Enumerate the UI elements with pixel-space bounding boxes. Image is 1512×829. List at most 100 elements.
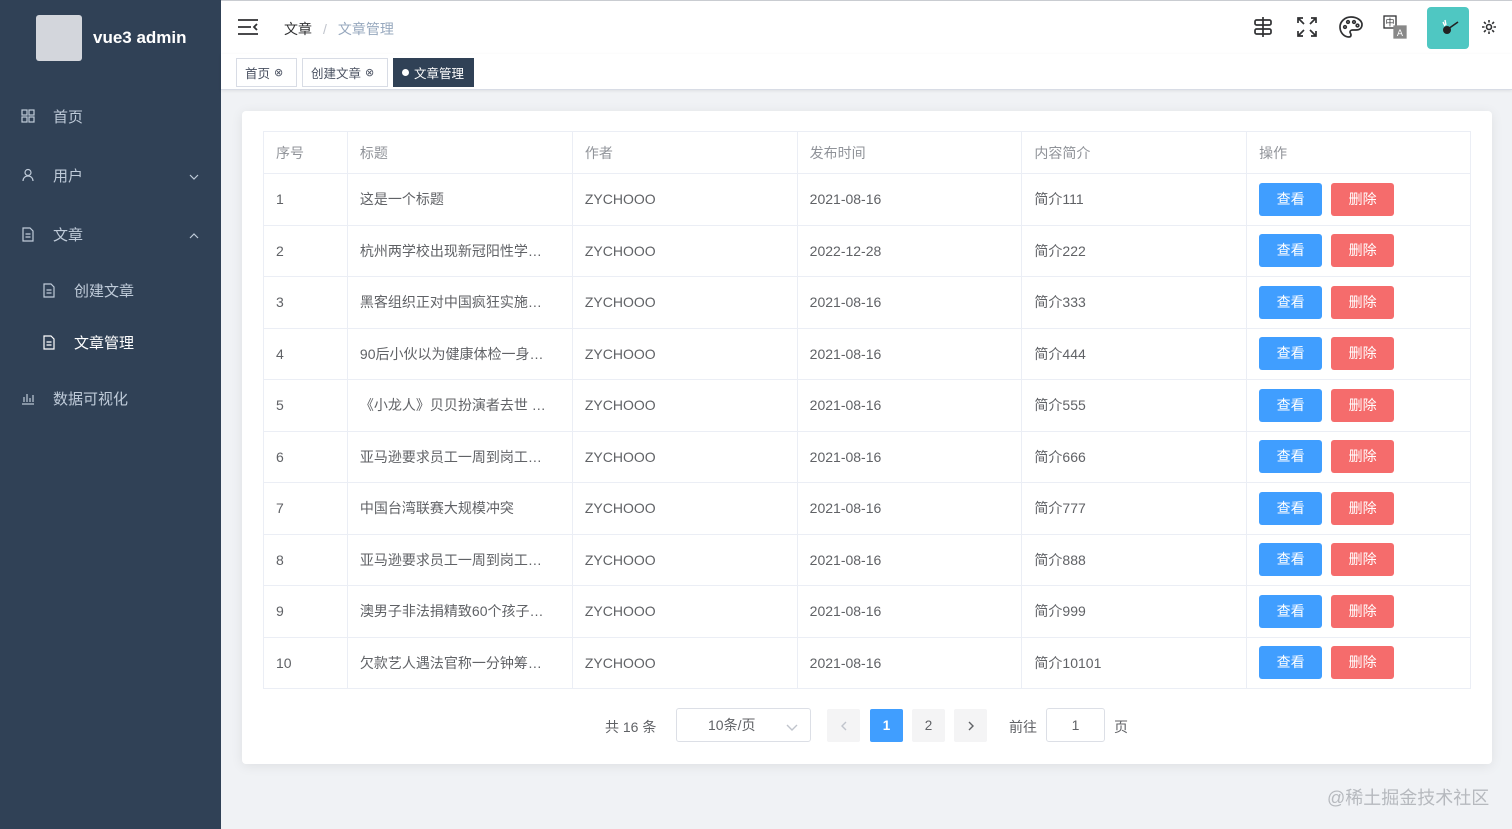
cell-date: 2021-08-16	[796, 276, 1023, 329]
delete-button[interactable]: 删除	[1331, 285, 1395, 319]
cell-actions: 查看 删除	[1246, 636, 1471, 689]
next-page-button[interactable]	[954, 709, 987, 742]
table-row: 1 这是一个标题 ZYCHOOO 2021-08-16 简介111 查看 删除	[263, 173, 1471, 226]
cell-date: 2021-08-16	[796, 379, 1023, 432]
article-table: 序号 标题 作者 发布时间 内容简介 操作 1 这是一个标题 ZYCHOOO 2021…	[263, 131, 1471, 689]
breadcrumb-item-articles[interactable]: 文章	[284, 19, 312, 39]
cell-date: 2022-12-28	[796, 224, 1023, 277]
document-icon	[41, 334, 57, 350]
cell-author: ZYCHOOO	[571, 173, 798, 226]
delete-button[interactable]: 删除	[1331, 388, 1395, 422]
view-button[interactable]: 查看	[1259, 440, 1323, 474]
grid-icon	[20, 108, 36, 124]
cell-title: 这是一个标题	[346, 173, 573, 226]
cell-index: 6	[263, 430, 348, 483]
cell-summary: 简介222	[1021, 224, 1248, 277]
breadcrumb: 文章 / 文章管理	[284, 19, 394, 39]
cell-index: 4	[263, 327, 348, 380]
cell-actions: 查看 删除	[1246, 585, 1471, 638]
delete-button[interactable]: 删除	[1331, 234, 1395, 268]
delete-button[interactable]: 删除	[1331, 543, 1395, 577]
view-button[interactable]: 查看	[1259, 491, 1323, 525]
delete-button[interactable]: 删除	[1331, 491, 1395, 525]
cell-author: ZYCHOOO	[571, 276, 798, 329]
view-button[interactable]: 查看	[1259, 234, 1323, 268]
view-button[interactable]: 查看	[1259, 543, 1323, 577]
sidebar: vue3 admin 首页 用户 文章 创建文章 文章管理 数据可视化	[0, 0, 221, 829]
sidebar-item-label: 首页	[53, 108, 84, 126]
theme-palette-icon[interactable]	[1339, 15, 1363, 39]
chevron-down-icon	[189, 169, 199, 186]
chevron-down-icon	[786, 720, 798, 736]
view-button[interactable]: 查看	[1259, 646, 1323, 680]
cell-date: 2021-08-16	[796, 585, 1023, 638]
sidebar-item-label: 用户	[53, 167, 84, 185]
view-button[interactable]: 查看	[1259, 594, 1323, 628]
close-icon[interactable]: ⊗	[274, 66, 283, 79]
page-button-2[interactable]: 2	[912, 709, 945, 742]
language-icon[interactable]: 中A	[1383, 15, 1407, 39]
sidebar-item-articles[interactable]: 文章	[0, 206, 221, 262]
table-row: 4 90后小伙以为健康体检一身… ZYCHOOO 2021-08-16 简介444 查看删…	[263, 327, 1471, 380]
cell-actions: 查看 删除	[1246, 533, 1471, 586]
close-icon[interactable]: ⊗	[365, 66, 374, 79]
fullscreen-icon[interactable]	[1295, 15, 1319, 39]
logo[interactable]: vue3 admin	[0, 0, 221, 76]
delete-button[interactable]: 删除	[1331, 440, 1395, 474]
delete-button[interactable]: 删除	[1331, 594, 1395, 628]
breadcrumb-separator: /	[323, 21, 327, 37]
search-menu-icon[interactable]	[1251, 15, 1275, 39]
sidebar-item-home[interactable]: 首页	[0, 88, 221, 144]
cell-actions: 查看 删除	[1246, 276, 1471, 329]
cell-summary: 简介666	[1021, 430, 1248, 483]
settings-icon[interactable]	[1477, 15, 1501, 39]
tag-home[interactable]: 首页 ⊗	[236, 58, 297, 87]
tag-label: 文章管理	[414, 67, 465, 81]
cell-author: ZYCHOOO	[571, 533, 798, 586]
sidebar-item-users[interactable]: 用户	[0, 147, 221, 203]
page-size-select[interactable]: 10条/页	[676, 708, 811, 742]
table-row: 7 中国台湾联赛大规模冲突 ZYCHOOO 2021-08-16 简介777 查看 删除	[263, 482, 1471, 535]
cell-author: ZYCHOOO	[571, 585, 798, 638]
delete-button[interactable]: 删除	[1331, 337, 1395, 371]
delete-button[interactable]: 删除	[1331, 646, 1395, 680]
hamburger-icon[interactable]	[237, 17, 259, 42]
cell-title: 杭州两学校出现新冠阳性学…	[346, 224, 573, 277]
cell-summary: 简介555	[1021, 379, 1248, 432]
page-suffix: 页	[1114, 719, 1128, 735]
cell-title: 亚马逊要求员工一周到岗工…	[346, 430, 573, 483]
view-button[interactable]: 查看	[1259, 285, 1323, 319]
cell-title: 黑客组织正对中国疯狂实施…	[346, 276, 573, 329]
table-row: 6 亚马逊要求员工一周到岗工… ZYCHOOO 2021-08-16 简介666 查看 删除	[263, 430, 1471, 483]
title-text: 黑客组织正对中国疯狂实施…	[359, 294, 542, 311]
cell-actions: 查看 删除	[1246, 173, 1471, 226]
prev-page-button[interactable]	[827, 709, 860, 742]
goto-page-input[interactable]: 1	[1046, 708, 1105, 742]
cell-summary: 简介888	[1021, 533, 1248, 586]
view-button[interactable]: 查看	[1259, 182, 1323, 216]
cell-title: 欠款艺人遇法官称一分钟筹…	[346, 636, 573, 689]
cell-summary: 简介777	[1021, 482, 1248, 535]
chart-icon	[20, 390, 36, 406]
cell-date: 2021-08-16	[796, 173, 1023, 226]
user-avatar[interactable]	[1427, 7, 1469, 49]
view-button[interactable]: 查看	[1259, 388, 1323, 422]
tag-create-article[interactable]: 创建文章 ⊗	[302, 58, 388, 87]
table-row: 2 杭州两学校出现新冠阳性学… ZYCHOOO 2022-12-28 简介222 查看 删除	[263, 224, 1471, 277]
page-button-1[interactable]: 1	[870, 709, 903, 742]
column-header: 作者	[571, 131, 798, 174]
logo-text: vue3 admin	[93, 28, 187, 47]
sidebar-item-create-article[interactable]: 创建文章	[0, 262, 221, 318]
cell-actions: 查看 删除	[1246, 379, 1471, 432]
sidebar-item-label: 文章	[53, 226, 84, 244]
sidebar-item-data-visualization[interactable]: 数据可视化	[0, 370, 221, 426]
cell-summary: 简介10101	[1021, 636, 1248, 689]
sidebar-item-article-manage[interactable]: 文章管理	[0, 314, 221, 370]
chevron-up-icon	[189, 228, 199, 245]
delete-button[interactable]: 删除	[1331, 182, 1395, 216]
table-row: 9 澳男子非法捐精致60个孩子… ZYCHOOO 2021-08-16 简介999 查看删…	[263, 585, 1471, 638]
view-button[interactable]: 查看	[1259, 337, 1323, 371]
tag-article-manage[interactable]: 文章管理	[393, 58, 474, 87]
logo-image	[36, 15, 82, 61]
cell-author: ZYCHOOO	[571, 430, 798, 483]
